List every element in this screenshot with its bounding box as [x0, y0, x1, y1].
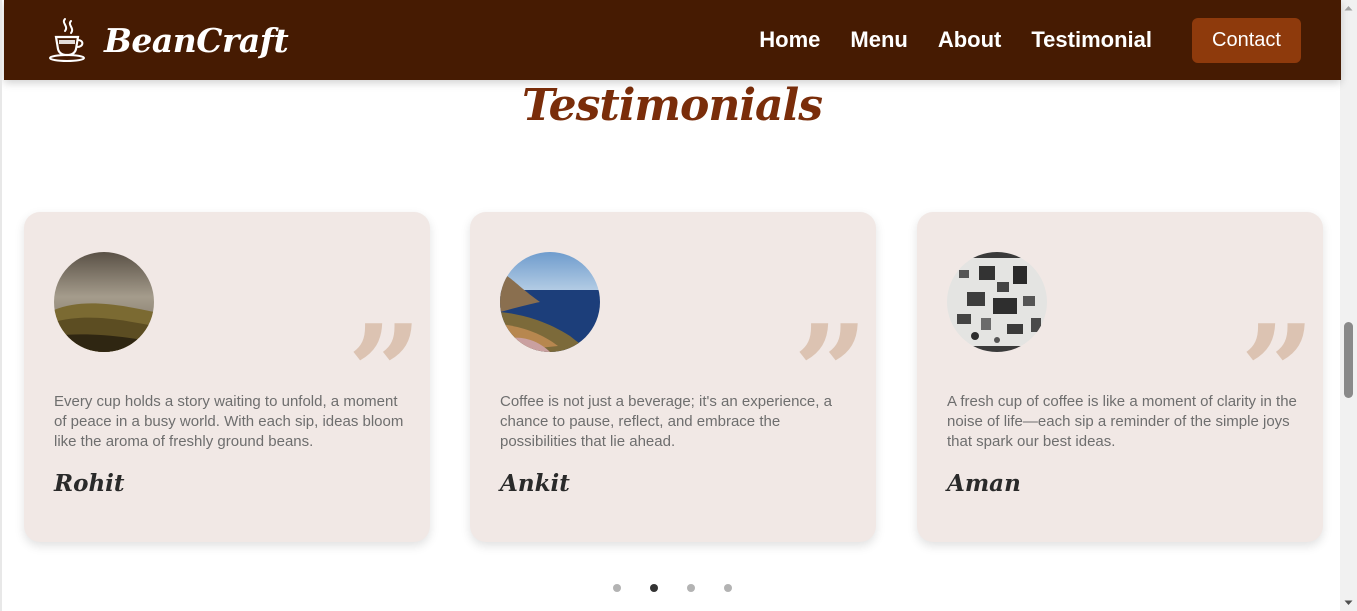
testimonial-author: Aman [947, 470, 1021, 497]
testimonial-text: Coffee is not just a beverage; it's an e… [500, 393, 832, 450]
vertical-scrollbar[interactable] [1340, 0, 1357, 611]
avatar [54, 252, 154, 352]
nav-testimonial[interactable]: Testimonial [1031, 27, 1152, 53]
page: BeanCraft Home Menu About Testimonial Co… [0, 0, 1357, 611]
nav-menu[interactable]: Menu [850, 27, 907, 53]
carousel-dot-2[interactable] [649, 584, 658, 592]
testimonial-author: Rohit [54, 470, 125, 497]
scroll-down-arrow-icon[interactable] [1340, 594, 1357, 611]
foggy-hillside-photo [54, 252, 154, 352]
testimonial-card: ” Every cup holds a story waiting to unf… [24, 212, 430, 542]
testimonial-text: Every cup holds a story waiting to unfol… [54, 393, 404, 450]
testimonial-card: ” A fresh cup of coffee is like a moment… [917, 212, 1323, 542]
scroll-up-arrow-icon[interactable] [1340, 0, 1357, 17]
testimonial-card: ” Coffee is not just a beverage; it's an… [470, 212, 876, 542]
nav-home[interactable]: Home [759, 27, 820, 53]
scroll-thumb[interactable] [1344, 322, 1353, 398]
navbar: BeanCraft Home Menu About Testimonial Co… [4, 0, 1341, 80]
avatar [947, 252, 1047, 352]
testimonial-author: Ankit [500, 470, 570, 497]
brand-name: BeanCraft [104, 20, 289, 60]
carousel-dot-1[interactable] [612, 584, 621, 592]
carousel-dot-3[interactable] [686, 584, 695, 592]
testimonial-text: A fresh cup of coffee is like a moment o… [947, 393, 1297, 450]
nav-about[interactable]: About [938, 27, 1002, 53]
coastal-cliff-photo [500, 252, 600, 352]
main-nav: Home Menu About Testimonial Contact [729, 17, 1341, 63]
brand[interactable]: BeanCraft [48, 17, 289, 63]
flat-lay-gadgets-photo [947, 252, 1047, 352]
contact-button[interactable]: Contact [1192, 17, 1301, 63]
carousel-pagination [2, 584, 1342, 592]
carousel-dot-4[interactable] [723, 584, 732, 592]
section-title: Testimonials [521, 80, 823, 131]
avatar [500, 252, 600, 352]
coffee-cup-icon [49, 18, 85, 62]
